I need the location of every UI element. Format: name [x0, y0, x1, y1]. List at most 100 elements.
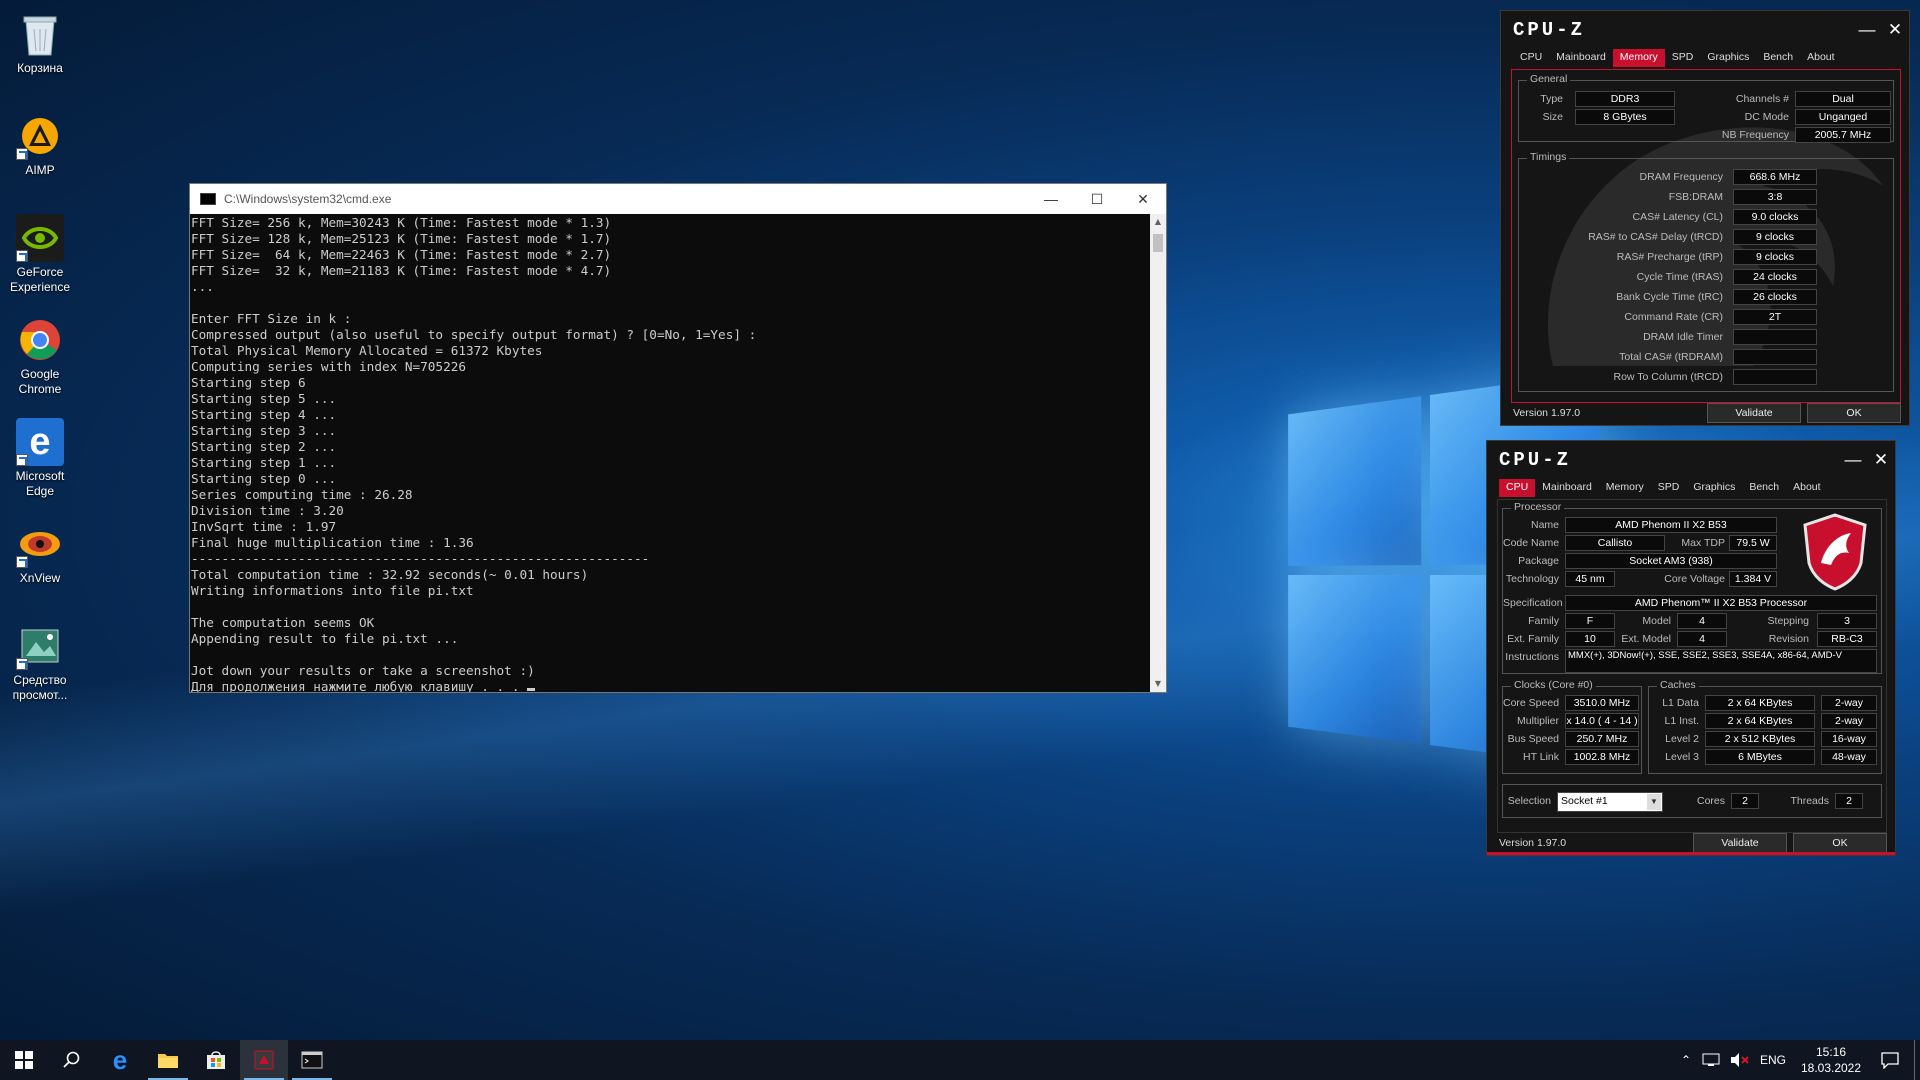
desktop-icon-chrome[interactable]: Google Chrome	[4, 310, 76, 410]
minimize-button[interactable]: —	[1028, 184, 1074, 214]
console-line: Jot down your results or take a screensh…	[191, 663, 535, 678]
selection-dropdown[interactable]: Socket #1 ▼	[1557, 792, 1663, 812]
processor-group: Processor Name AMD Phenom II X2 B53 Code…	[1502, 501, 1882, 674]
cpuz-titlebar[interactable]: CPU-Z — ✕	[1501, 11, 1909, 49]
tab-bench[interactable]: Bench	[1756, 49, 1800, 67]
ok-button[interactable]: OK	[1807, 403, 1901, 423]
tab-cpu[interactable]: CPU	[1499, 479, 1536, 497]
cpuz-tabs: CPU Mainboard Memory SPD Graphics Bench About	[1487, 479, 1895, 497]
network-icon[interactable]	[1701, 1052, 1723, 1068]
minimize-button[interactable]: —	[1839, 450, 1867, 470]
close-button[interactable]: ✕	[1867, 450, 1895, 470]
start-button[interactable]	[0, 1040, 48, 1080]
specification-label: Specification	[1503, 597, 1563, 609]
shortcut-arrow-icon	[16, 658, 28, 670]
timing-label: Command Rate (CR)	[1624, 311, 1723, 323]
ok-button[interactable]: OK	[1793, 833, 1887, 853]
close-button[interactable]: ✕	[1120, 184, 1166, 214]
maximize-button[interactable]: ☐	[1074, 184, 1120, 214]
scroll-down-icon[interactable]: ▼	[1150, 676, 1166, 692]
model-label: Model	[1642, 615, 1671, 627]
tab-spd[interactable]: SPD	[1651, 479, 1687, 497]
cpuz-logo: CPU-Z	[1499, 449, 1572, 471]
taskbar-cpuz[interactable]	[240, 1040, 288, 1080]
tab-bench[interactable]: Bench	[1742, 479, 1786, 497]
clock-time: 15:16	[1815, 1045, 1847, 1059]
desktop-icon-label: Google Chrome	[18, 367, 62, 396]
cpuz-icon	[254, 1050, 274, 1070]
tab-about[interactable]: About	[1786, 479, 1827, 497]
tab-spd[interactable]: SPD	[1665, 49, 1701, 67]
cpuz-cpu-window[interactable]: CPU-Z — ✕ CPU Mainboard Memory SPD Graphics B…	[1486, 440, 1896, 856]
desktop-icon-recycle-bin[interactable]: Корзина	[4, 4, 76, 104]
language-indicator[interactable]: ENG	[1754, 1053, 1792, 1067]
cmd-titlebar[interactable]: C:\Windows\system32\cmd.exe — ☐ ✕	[190, 184, 1166, 214]
family-label: Family	[1528, 615, 1559, 627]
timing-label: Total CAS# (tRDRAM)	[1619, 351, 1723, 363]
threads-label: Threads	[1790, 795, 1829, 807]
console-line: Total computation time : 32.92 seconds(~…	[191, 567, 589, 582]
channels-value: Dual	[1795, 91, 1891, 107]
max-tdp-label: Max TDP	[1681, 537, 1725, 549]
tab-graphics[interactable]: Graphics	[1686, 479, 1742, 497]
tab-mainboard[interactable]: Mainboard	[1549, 49, 1613, 67]
package-value: Socket AM3 (938)	[1565, 553, 1777, 569]
cmd-output[interactable]: FFT Size= 256 k, Mem=30243 K (Time: Fast…	[190, 214, 1150, 692]
taskbar-cmd[interactable]	[288, 1040, 336, 1080]
tab-graphics[interactable]: Graphics	[1700, 49, 1756, 67]
type-value: DDR3	[1575, 91, 1675, 107]
validate-button[interactable]: Validate	[1693, 833, 1787, 853]
cache-way: 2-way	[1821, 713, 1877, 729]
desktop-icon-edge[interactable]: e Microsoft Edge	[4, 412, 76, 512]
close-button[interactable]: ✕	[1881, 20, 1909, 40]
timing-label: RAS# Precharge (tRP)	[1616, 251, 1723, 263]
cpuz-memory-window[interactable]: CPU-Z — ✕ CPU Mainboard Memory SPD Graphics B…	[1500, 10, 1910, 426]
cmd-window[interactable]: C:\Windows\system32\cmd.exe — ☐ ✕ FFT Si…	[189, 183, 1167, 693]
shortcut-arrow-icon	[16, 148, 28, 160]
chevron-down-icon[interactable]: ▼	[1647, 794, 1661, 810]
timing-label: DRAM Frequency	[1639, 171, 1723, 183]
volume-muted-icon[interactable]	[1729, 1052, 1751, 1068]
desktop-icon-aimp[interactable]: AIMP	[4, 106, 76, 206]
core-speed-label: Core Speed	[1503, 697, 1560, 709]
search-icon	[63, 1051, 80, 1068]
timing-value	[1733, 369, 1817, 385]
timing-value: 9 clocks	[1733, 229, 1817, 245]
cmd-scrollbar[interactable]: ▲ ▼	[1150, 214, 1166, 692]
search-button[interactable]	[48, 1040, 96, 1080]
ext-family-value: 10	[1565, 631, 1615, 647]
desktop-icon-geforce[interactable]: GeForce Experience	[4, 208, 76, 308]
console-line: Final huge multiplication time : 1.36	[191, 535, 474, 550]
validate-button[interactable]: Validate	[1707, 403, 1801, 423]
show-desktop-button[interactable]	[1914, 1040, 1920, 1080]
selection-label: Selection	[1507, 795, 1551, 807]
edge-icon: e	[16, 418, 64, 466]
taskbar-store[interactable]	[192, 1040, 240, 1080]
multiplier-label: Multiplier	[1516, 715, 1559, 727]
desktop-icon-photo-viewer[interactable]: Средство просмот...	[4, 616, 76, 716]
scroll-up-icon[interactable]: ▲	[1150, 214, 1166, 230]
chevron-up-icon[interactable]: ⌃	[1674, 1053, 1698, 1067]
cores-value: 2	[1731, 793, 1759, 809]
specification-value: AMD Phenom™ II X2 B53 Processor	[1565, 595, 1877, 611]
tab-memory[interactable]: Memory	[1612, 49, 1665, 67]
notifications-icon[interactable]	[1880, 1051, 1900, 1069]
desktop-icon-xnview[interactable]: XnView	[4, 514, 76, 614]
taskbar-file-explorer[interactable]	[144, 1040, 192, 1080]
cpuz-titlebar[interactable]: CPU-Z — ✕	[1487, 441, 1895, 479]
console-line: FFT Size= 256 k, Mem=30243 K (Time: Fast…	[191, 215, 612, 230]
scroll-thumb[interactable]	[1153, 234, 1163, 252]
timing-label: FSB:DRAM	[1668, 191, 1723, 203]
minimize-button[interactable]: —	[1853, 20, 1881, 40]
timing-value: 3:8	[1733, 189, 1817, 205]
tab-mainboard[interactable]: Mainboard	[1535, 479, 1599, 497]
tab-cpu[interactable]: CPU	[1513, 49, 1549, 67]
tab-about[interactable]: About	[1800, 49, 1841, 67]
size-label: Size	[1542, 111, 1563, 123]
timing-value: 26 clocks	[1733, 289, 1817, 305]
tab-memory[interactable]: Memory	[1599, 479, 1651, 497]
clock[interactable]: 15:16 18.03.2022	[1792, 1044, 1870, 1076]
taskbar-edge[interactable]: e	[96, 1040, 144, 1080]
